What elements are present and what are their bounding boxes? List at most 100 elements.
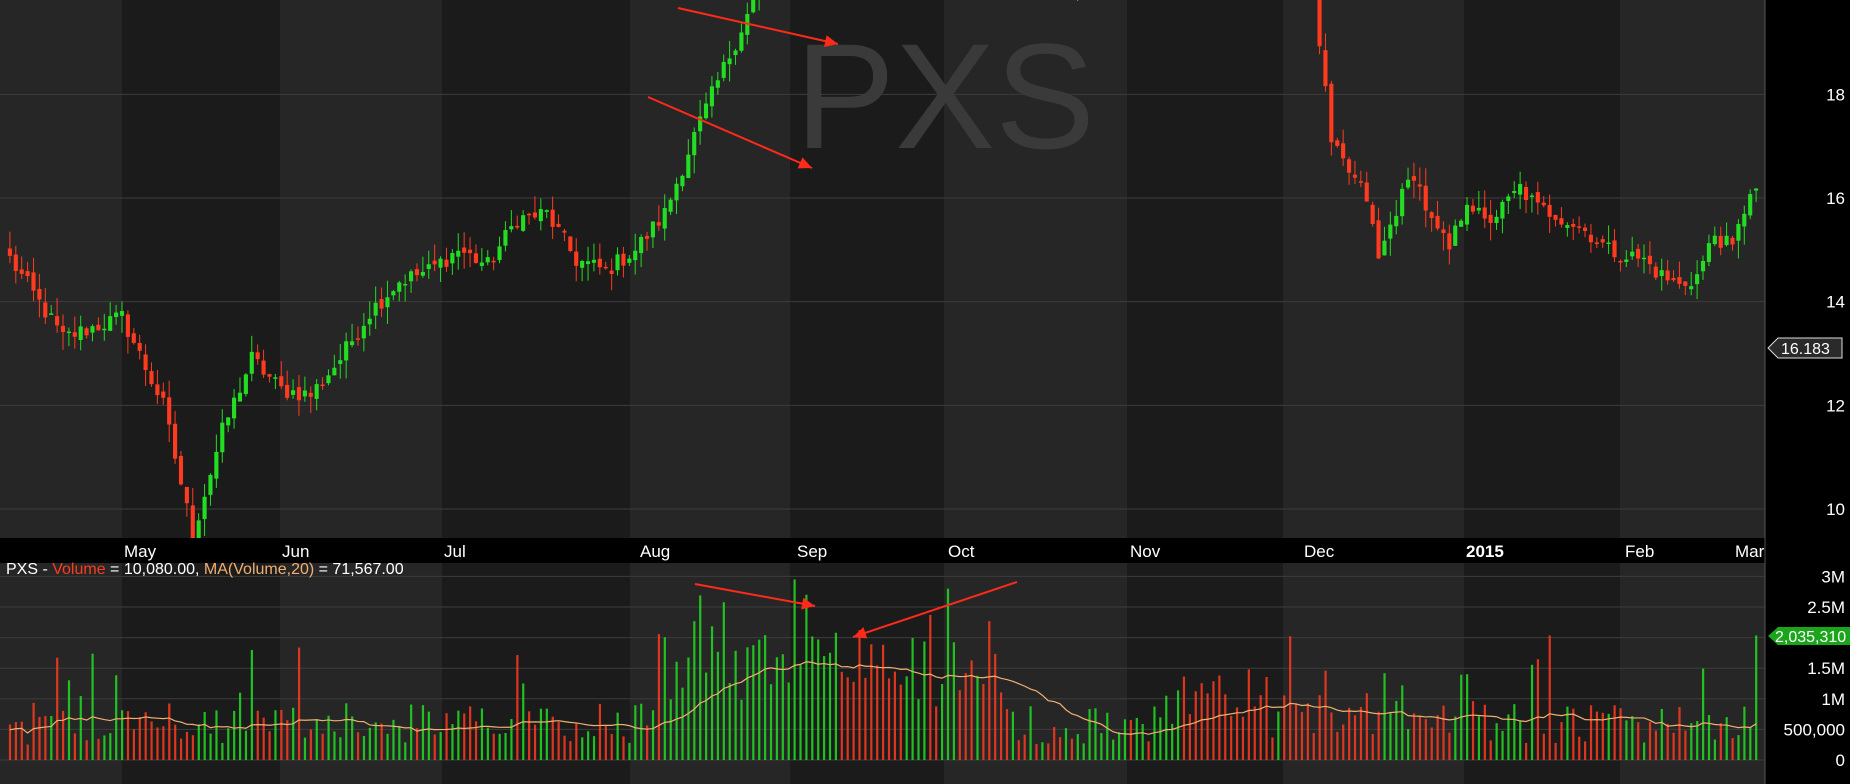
candle-body — [1659, 270, 1664, 276]
volume-bar — [1725, 717, 1728, 760]
volume-bar — [333, 731, 336, 760]
volume-bar — [946, 588, 950, 760]
candle-body — [137, 343, 142, 351]
volume-bar — [557, 721, 560, 760]
volume-bar — [427, 711, 430, 760]
volume-bar — [1359, 706, 1363, 760]
volume-bar — [351, 716, 354, 760]
price-tick-label: 12 — [1826, 396, 1845, 415]
volume-bar — [327, 715, 330, 760]
last-price-badge: 16.183 — [1767, 337, 1843, 359]
volume-bar — [1206, 693, 1209, 760]
candle-body — [243, 374, 248, 394]
volume-bar — [1731, 738, 1734, 760]
candle-body — [202, 496, 207, 520]
candle-body — [49, 313, 54, 315]
volume-bar — [775, 657, 779, 760]
volume-bar — [1672, 732, 1675, 760]
volume-bar — [516, 655, 519, 760]
volume-bar — [1660, 708, 1663, 760]
candle-body — [1382, 240, 1387, 256]
volume-bar — [56, 657, 59, 760]
candle-body — [562, 230, 567, 233]
volume-bar — [858, 630, 861, 760]
volume-bar — [563, 735, 566, 760]
volume-bar — [887, 678, 891, 760]
candle-body — [1588, 234, 1593, 243]
volume-bar — [1070, 738, 1073, 760]
volume-bar — [67, 680, 71, 760]
candle-body — [361, 325, 366, 339]
volume-bar — [940, 684, 944, 760]
volume-bar — [1371, 733, 1374, 760]
volume-bar — [179, 738, 183, 760]
volume-bar — [156, 727, 159, 760]
candle-body — [479, 262, 484, 266]
volume-bar — [356, 732, 360, 760]
candle-body — [526, 213, 532, 216]
candle-body — [279, 376, 284, 387]
volume-bar — [1129, 720, 1132, 760]
candle-body — [391, 291, 396, 296]
volume-bar — [14, 722, 17, 760]
volume-bar — [528, 711, 531, 760]
volume-bar — [174, 724, 177, 760]
volume-bar — [610, 733, 613, 760]
candle-body — [674, 183, 679, 201]
candle-body — [1748, 194, 1753, 216]
volume-bar — [1702, 668, 1705, 760]
volume-bar — [1235, 707, 1239, 760]
volume-bar — [1141, 724, 1144, 760]
volume-bar — [1477, 716, 1481, 760]
candle-body — [467, 249, 473, 254]
volume-bar — [581, 737, 584, 760]
volume-bar — [445, 713, 448, 760]
candle-body — [1736, 223, 1741, 241]
candle-body — [1512, 190, 1517, 194]
volume-bar — [1076, 734, 1079, 760]
volume-bar — [1696, 720, 1699, 760]
volume-bar — [982, 683, 985, 760]
candle-body — [556, 223, 561, 227]
volume-bar — [1424, 719, 1427, 760]
candle-body — [320, 384, 325, 387]
volume-bar — [1613, 705, 1616, 760]
candle-body — [1417, 184, 1422, 187]
volume-bar — [85, 740, 88, 760]
volume-bar — [1017, 740, 1020, 760]
volume-bar — [1271, 737, 1274, 760]
volume-bar — [1064, 728, 1068, 760]
candle-body — [1453, 225, 1458, 246]
volume-bar — [256, 710, 259, 760]
volume-bar — [1589, 705, 1593, 760]
candle-body — [739, 32, 744, 51]
candle-body — [84, 328, 89, 336]
volume-bar — [551, 716, 554, 760]
candle-body — [1358, 181, 1363, 183]
candle-body — [709, 86, 714, 107]
month-band — [442, 0, 630, 784]
volume-bar — [286, 720, 289, 760]
volume-bar — [929, 614, 932, 760]
volume-bar — [1648, 721, 1652, 760]
candle-body — [1600, 239, 1605, 243]
volume-bar — [297, 647, 301, 760]
candle-body — [509, 226, 514, 230]
candle-body — [261, 360, 266, 375]
candle-body — [568, 236, 573, 252]
candle-body — [1423, 185, 1428, 211]
candle-body — [1547, 204, 1552, 217]
volume-bar — [575, 723, 578, 760]
candle-body — [273, 377, 278, 379]
volume-bar — [250, 649, 253, 760]
candle-body — [1671, 278, 1676, 281]
volume-bar — [917, 699, 920, 760]
candle-body — [1346, 159, 1352, 173]
candle-body — [25, 271, 30, 277]
volume-bar — [1530, 664, 1534, 760]
volume-bar — [1719, 723, 1722, 760]
volume-bar — [1135, 717, 1138, 760]
volume-bar — [1112, 739, 1115, 760]
candle-body — [1565, 225, 1570, 228]
volume-bar — [185, 731, 189, 760]
